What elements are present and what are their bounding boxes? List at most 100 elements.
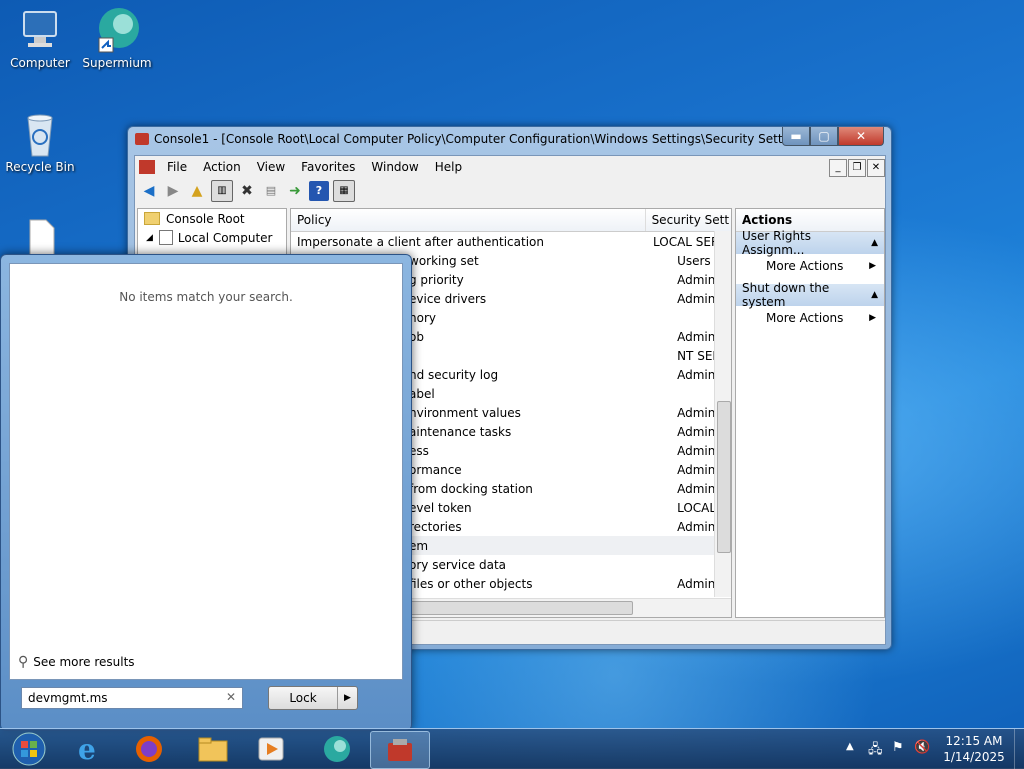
desktop-supermium[interactable]: Supermium [79,6,155,70]
taskbar-explorer[interactable] [186,731,240,767]
minimize-button[interactable]: ▬ [782,127,810,146]
close-icon: ✕ [855,129,867,143]
tree-item-local-computer[interactable]: ◢ Local Computer [138,228,286,247]
maximize-button[interactable]: ▢ [810,127,838,146]
see-more-results-link[interactable]: ⚲ See more results [18,654,135,670]
search-icon: ⚲ [18,654,29,670]
submenu-arrow-icon: ▶ [869,313,876,323]
desktop: Computer Supermium Recycle Bin Console1 … [0,0,1024,769]
clear-search-icon[interactable]: ✕ [226,690,236,704]
action-center-flag-icon[interactable]: ⚑ [892,740,904,755]
collapse-arrow-icon[interactable]: ◢ [146,233,153,243]
policy-icon [158,230,173,245]
tree-item-label: Console Root [166,211,245,226]
actions-group-shutdown[interactable]: Shut down the system ▲ [736,281,884,309]
desktop-recycle-bin-label: Recycle Bin [5,160,75,174]
power-options-arrow-icon[interactable]: ▶ [337,687,357,709]
list-header: Policy Security Sett [291,209,731,232]
search-input[interactable]: devmgmt.ms ✕ [21,687,243,709]
desktop-recycle-bin[interactable]: Recycle Bin [2,110,78,174]
submenu-arrow-icon: ▶ [869,261,876,271]
search-results-panel: No items match your search. ⚲ See more r… [9,263,403,680]
collapse-up-icon[interactable]: ▲ [871,290,878,300]
desktop-supermium-label: Supermium [82,56,152,70]
taskbar-console[interactable] [370,731,430,769]
forward-icon[interactable]: ▶ [163,181,183,201]
desktop-computer[interactable]: Computer [2,6,78,70]
lock-button-label: Lock [289,691,317,705]
media-player-icon [258,737,284,761]
internet-explorer-icon: e [78,734,96,764]
taskbar-ie[interactable]: e [62,731,116,767]
menu-window[interactable]: Window [363,160,426,174]
recycle-bin-icon [16,110,64,158]
menu-action[interactable]: Action [195,160,249,174]
clock[interactable]: 12:15 AM 1/14/2025 [938,733,1010,765]
help-icon[interactable]: ? [309,181,329,201]
start-menu: No items match your search. ⚲ See more r… [0,254,412,731]
lock-button[interactable]: Lock ▶ [268,686,358,710]
volume-muted-icon[interactable]: 🔇 [914,740,930,755]
menu-view[interactable]: View [249,160,293,174]
svg-text:e: e [78,734,96,764]
search-input-value: devmgmt.ms [28,691,108,705]
show-action-pane-icon[interactable]: ▦ [333,180,355,202]
vertical-scrollbar[interactable] [714,231,731,597]
folder-icon [144,212,160,225]
close-button[interactable]: ✕ [838,127,884,146]
action-label: More Actions [766,311,844,325]
show-desktop-button[interactable] [1014,729,1024,769]
firefox-icon [136,736,162,762]
actions-group-label: Shut down the system [742,281,830,309]
actions-group-user-rights[interactable]: User Rights Assignm... ▲ [736,229,884,257]
menu-file[interactable]: File [159,160,195,174]
taskbar-supermium[interactable] [310,731,364,767]
policy-name: Impersonate a client after authenticatio… [297,234,544,249]
show-tree-icon[interactable]: ▥ [211,180,233,202]
computer-icon [16,6,64,54]
supermium-icon [93,6,141,54]
minimize-icon: ▬ [790,129,802,143]
tree-item-console-root[interactable]: Console Root [138,209,286,228]
taskbar-firefox[interactable] [122,731,176,767]
table-row[interactable]: Impersonate a client after authenticatio… [291,232,731,251]
mdi-app-icon [139,160,155,174]
clock-time: 12:15 AM [945,734,1003,748]
action-more-actions[interactable]: More Actions ▶ [736,306,884,330]
supermium-icon [324,736,350,762]
mdi-minimize-button[interactable]: _ [829,159,847,177]
tree-item-label: Local Computer [177,230,273,245]
back-icon[interactable]: ◀ [139,181,159,201]
collapse-up-icon[interactable]: ▲ [871,238,878,248]
console-title: Console1 - [Console Root\Local Computer … [154,132,784,146]
column-security-setting[interactable]: Security Sett [646,209,731,231]
export-list-icon[interactable]: ➜ [285,181,305,201]
up-folder-icon[interactable]: ▲ [187,181,207,201]
network-icon[interactable]: 🖧 [868,740,883,762]
mdi-close-button[interactable]: ✕ [867,159,885,177]
taskbar: e ▲ 🖧 ⚑ 🔇 12:15 AM 1/14/2025 [0,728,1024,769]
mmc-app-icon [135,133,149,145]
action-more-actions[interactable]: More Actions ▶ [736,254,884,278]
taskbar-media-player[interactable] [244,731,298,767]
start-orb-icon [12,732,46,766]
actions-group-label: User Rights Assignm... [742,229,812,257]
scroll-thumb[interactable] [717,401,731,553]
show-hidden-icons-button[interactable]: ▲ [846,741,854,752]
maximize-icon: ▢ [818,129,830,143]
column-policy[interactable]: Policy [291,209,646,231]
action-label: More Actions [766,259,844,273]
no-results-text: No items match your search. [119,290,293,304]
file-explorer-icon [198,737,228,762]
clock-date: 1/14/2025 [943,750,1005,764]
menu-favorites[interactable]: Favorites [293,160,363,174]
desktop-computer-label: Computer [10,56,70,70]
actions-pane: Actions User Rights Assignm... ▲ More Ac… [735,208,885,618]
properties-icon[interactable]: ▤ [261,181,281,201]
start-button[interactable] [2,731,56,767]
toolbar: ◀ ▶ ▲ ▥ ✖ ▤ ➜ ? ▦ [135,178,889,204]
menu-help[interactable]: Help [427,160,470,174]
mdi-restore-button[interactable]: ❐ [848,159,866,177]
see-more-results-label: See more results [33,655,135,669]
delete-icon[interactable]: ✖ [237,181,257,201]
